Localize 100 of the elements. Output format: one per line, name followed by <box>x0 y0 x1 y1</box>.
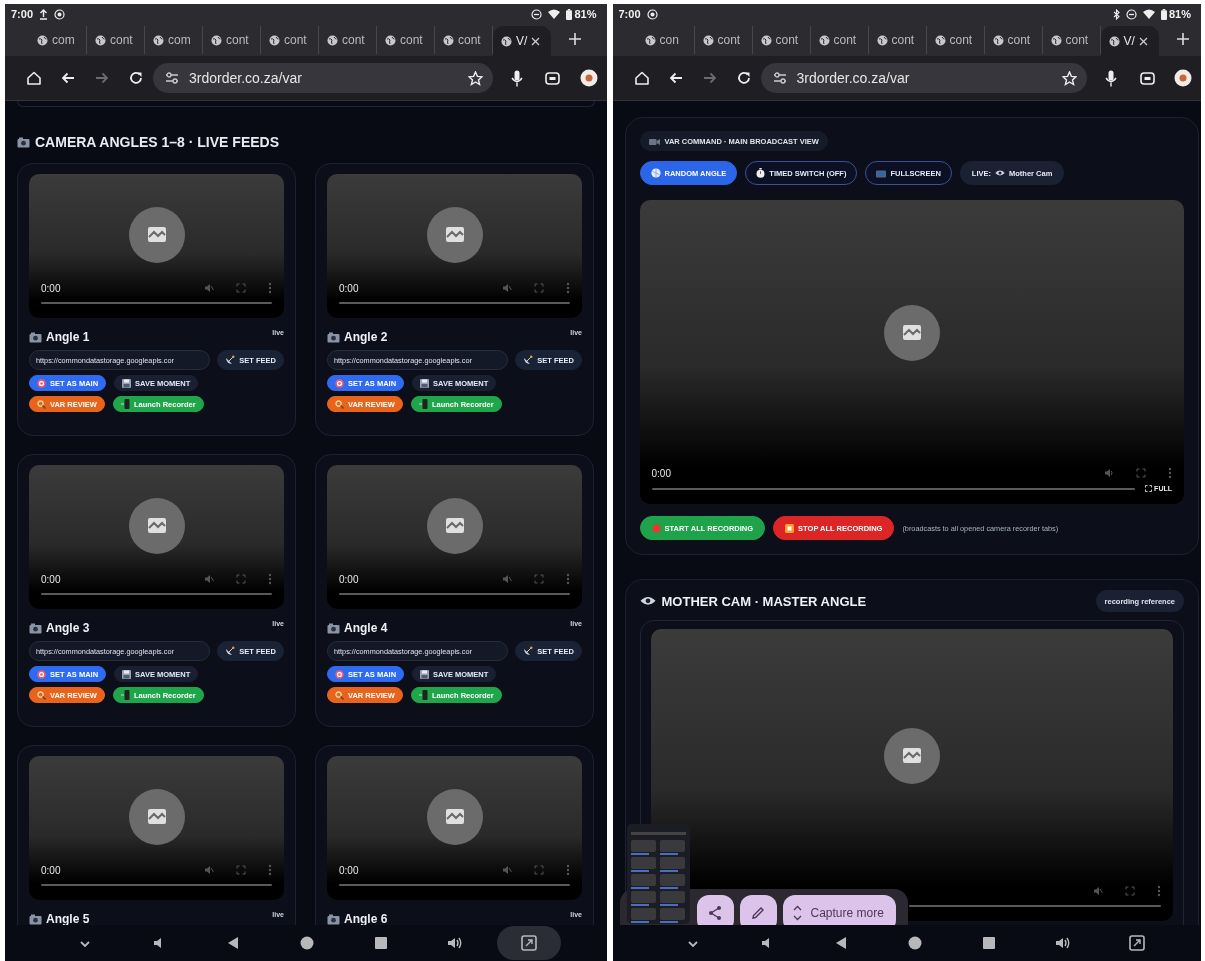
video-time: 0:00 <box>651 467 671 479</box>
browser-tab[interactable]: con <box>636 26 695 54</box>
new-tab-icon[interactable] <box>569 33 581 45</box>
globe-icon <box>760 34 772 46</box>
browser-tab[interactable]: cont <box>752 26 811 54</box>
share-button[interactable] <box>696 894 734 925</box>
browser-tab[interactable]: cont <box>1042 26 1101 54</box>
home-icon[interactable] <box>633 70 650 86</box>
star-icon[interactable] <box>1062 70 1077 86</box>
fullscreen-icon <box>236 574 246 584</box>
avatar-icon[interactable] <box>1174 69 1192 87</box>
browser-tab[interactable]: cont <box>261 26 319 54</box>
target-icon <box>37 378 46 388</box>
progress-track[interactable] <box>651 487 1136 490</box>
magnifier-icon <box>335 690 344 700</box>
section-heading: MOTHER CAM · MASTER ANGLE <box>661 593 867 609</box>
globe-icon <box>992 34 1004 46</box>
more-icon <box>1168 467 1172 479</box>
screenshot-thumbnail[interactable] <box>626 824 690 924</box>
browser-tab[interactable]: cont <box>868 26 927 54</box>
globe-icon <box>501 35 512 47</box>
globe-icon <box>1108 35 1120 47</box>
mute-icon <box>502 865 512 875</box>
globe-icon <box>818 34 830 46</box>
section-heading: CAMERA ANGLES 1–8 · LIVE FEEDS <box>35 134 279 150</box>
tab-switcher-icon[interactable] <box>1139 70 1155 86</box>
globe-icon <box>702 34 714 46</box>
browser-tab[interactable]: cont <box>694 26 753 54</box>
video-player[interactable] <box>650 629 1173 921</box>
video-player[interactable]: 0:00 <box>327 174 582 318</box>
broken-image-icon <box>128 789 185 845</box>
target-icon <box>335 378 344 388</box>
satellite-dish-icon <box>225 646 236 656</box>
clock: 7:00 <box>618 8 641 20</box>
notification-circle-icon <box>54 8 66 20</box>
video-player[interactable]: 0:00 <box>29 465 284 609</box>
edit-button[interactable] <box>739 894 777 925</box>
fullscreen-icon <box>534 574 544 584</box>
browser-tab[interactable]: cont <box>926 26 985 54</box>
browser-tab[interactable]: com <box>29 26 87 54</box>
home-icon[interactable] <box>26 70 42 86</box>
browser-tab[interactable]: V/ <box>493 26 551 56</box>
volume-icon <box>1104 468 1114 478</box>
notification-circle-icon <box>646 8 658 20</box>
reload-icon[interactable] <box>735 70 752 86</box>
target-icon <box>335 669 344 679</box>
globe-icon <box>153 34 164 46</box>
star-icon[interactable] <box>467 70 483 86</box>
tab-switcher-icon[interactable] <box>545 70 560 86</box>
browser-tab[interactable]: V/ <box>1100 26 1159 56</box>
globe-icon <box>876 34 888 46</box>
globe-icon <box>443 34 454 46</box>
camera-icon <box>29 331 42 343</box>
camera-icon <box>29 913 42 925</box>
video-player[interactable]: 0:00 <box>327 756 582 900</box>
phone-icon <box>120 690 130 700</box>
battery-icon <box>566 8 573 20</box>
video-time: 0:00 <box>339 573 359 585</box>
angle-title: Angle 3 <box>46 621 90 635</box>
capture-more-button[interactable]: Capture more <box>782 894 896 925</box>
close-icon[interactable] <box>531 36 541 46</box>
camera-icon <box>327 622 340 634</box>
browser-tab[interactable]: cont <box>87 26 145 54</box>
fullscreen-icon <box>1145 485 1153 492</box>
new-tab-icon[interactable] <box>1176 33 1189 45</box>
target-icon <box>37 669 46 679</box>
battery-percentage: 81% <box>1168 8 1191 20</box>
reload-icon[interactable] <box>128 70 144 86</box>
tune-icon[interactable] <box>772 72 787 84</box>
broken-image-icon <box>128 207 185 263</box>
mute-icon <box>204 865 214 875</box>
back-arrow-icon[interactable] <box>667 70 684 86</box>
browser-tab[interactable]: cont <box>203 26 261 54</box>
mic-icon[interactable] <box>1105 69 1117 87</box>
more-icon <box>268 864 272 876</box>
video-player[interactable]: 0:00 <box>29 756 284 900</box>
camera-icon <box>29 622 42 634</box>
screenshot-icon[interactable] <box>519 933 539 953</box>
browser-tab[interactable]: com <box>145 26 203 54</box>
back-arrow-icon[interactable] <box>60 70 76 86</box>
browser-tab[interactable]: cont <box>810 26 869 54</box>
angle-title: Angle 5 <box>46 912 90 925</box>
address-bar[interactable]: 3rdorder.co.za/var <box>153 63 493 93</box>
up-down-chevron-icon <box>792 905 802 921</box>
do-not-disturb-icon <box>531 8 543 20</box>
screenshot-icon[interactable] <box>1126 933 1147 953</box>
mic-icon[interactable] <box>510 69 523 87</box>
avatar-icon[interactable] <box>579 69 598 87</box>
close-icon[interactable] <box>1138 36 1148 46</box>
browser-tab[interactable]: cont <box>319 26 377 54</box>
globe-icon <box>95 34 106 46</box>
fullscreen-icon <box>534 283 544 293</box>
globe-icon <box>211 34 222 46</box>
globe-icon <box>644 34 656 46</box>
tune-icon[interactable] <box>165 72 179 84</box>
video-player[interactable]: 0:00 <box>327 465 582 609</box>
address-bar[interactable]: 3rdorder.co.za/var <box>760 63 1087 93</box>
browser-tab[interactable]: cont <box>377 26 435 54</box>
browser-tab[interactable]: cont <box>984 26 1043 54</box>
video-player[interactable]: 0:00 <box>29 174 284 318</box>
